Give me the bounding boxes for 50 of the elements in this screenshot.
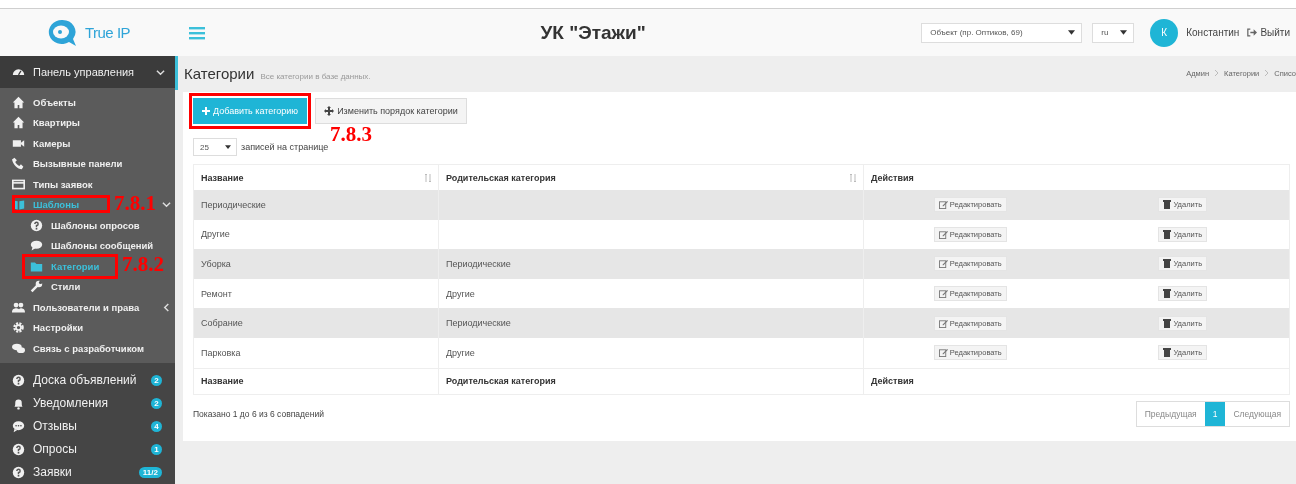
count-badge: 2 bbox=[151, 374, 162, 386]
sidebar-item[interactable]: Отзывы 4 bbox=[0, 414, 175, 438]
count-badge: 1 bbox=[151, 443, 162, 455]
count-badge: 4 bbox=[151, 420, 162, 432]
column-footer: Действия bbox=[864, 368, 1289, 394]
sidebar-item[interactable]: Пользователи и права bbox=[0, 297, 175, 318]
count-badge: 2 bbox=[151, 397, 162, 409]
column-footer: Родительская категория bbox=[439, 368, 864, 394]
sidebar-item[interactable]: Квартиры bbox=[0, 112, 175, 133]
logout-link[interactable]: Выйти bbox=[1247, 27, 1290, 38]
sidebar-item[interactable]: Уведомления 2 bbox=[0, 391, 175, 415]
sidebar-item[interactable]: Камеры bbox=[0, 133, 175, 154]
table-cell: Парковка bbox=[194, 337, 439, 368]
site-title: УК "Этажи" bbox=[539, 21, 647, 44]
sidebar-item[interactable]: Панель управления bbox=[0, 56, 175, 88]
sidebar-item[interactable]: Опросы 1 bbox=[0, 437, 175, 461]
pagination-link[interactable]: Предыдущая bbox=[1136, 401, 1205, 426]
table-info: Показано 1 до 6 из 6 совпадений bbox=[193, 408, 324, 419]
table-cell: Периодические bbox=[194, 190, 439, 220]
count-badge: 11/2 bbox=[138, 466, 162, 478]
sidebar-item[interactable]: Шаблоны опросов bbox=[0, 215, 175, 236]
table-cell: Периодические bbox=[439, 308, 864, 338]
annotation-label: 7.8.2 bbox=[122, 254, 164, 275]
reorder-button[interactable]: Изменить порядок категории bbox=[315, 98, 467, 124]
page-size-select[interactable]: 25 bbox=[193, 138, 237, 156]
sidebar-item[interactable]: Настройки bbox=[0, 317, 175, 338]
column-footer: Название bbox=[194, 368, 439, 394]
sidebar-item[interactable]: Объекты bbox=[0, 92, 175, 113]
sidebar-item[interactable]: Связь с разработчиком bbox=[0, 338, 175, 359]
table-cell: Периодические bbox=[439, 249, 864, 279]
page-subtitle: Все категории в базе данных. bbox=[260, 71, 371, 81]
object-select[interactable]: Объект (пр. Оптиков, 69) bbox=[921, 22, 1083, 43]
sidebar-item[interactable]: Заявки 11/2 bbox=[0, 460, 175, 484]
page-size-label: записей на странице bbox=[241, 142, 329, 152]
sidebar-item[interactable]: Шаблоны сообщений bbox=[0, 235, 175, 256]
annotation-label: 7.8.3 bbox=[330, 124, 372, 145]
table-cell: Собрание bbox=[194, 308, 439, 338]
language-select[interactable]: ru bbox=[1092, 22, 1135, 43]
logo-text: True IP bbox=[84, 24, 131, 41]
table-cell: Уборка bbox=[194, 249, 439, 279]
page-title: Категории bbox=[184, 64, 255, 82]
sidebar-item[interactable]: Доска объявлений 2 bbox=[0, 368, 175, 392]
pagination-link[interactable]: Следующая bbox=[1225, 401, 1289, 426]
annotation-label: 7.8.1 bbox=[114, 192, 156, 214]
column-header[interactable]: Действия bbox=[864, 165, 1289, 190]
sidebar-item[interactable]: Типы заявок bbox=[0, 174, 175, 195]
sidebar-item[interactable]: Стили bbox=[0, 276, 175, 297]
user-name[interactable]: Константин bbox=[1186, 27, 1240, 38]
table-cell: Другие bbox=[439, 337, 864, 368]
sidebar-item[interactable]: Вызывные панели bbox=[0, 153, 175, 174]
